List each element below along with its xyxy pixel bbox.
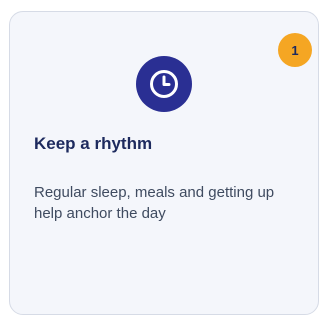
- card-title: Keep a rhythm: [34, 134, 153, 153]
- tip-card: 1 Keep a rhythm Regular sleep, meals and…: [9, 11, 319, 315]
- card-description: Regular sleep, meals and getting up help…: [34, 184, 275, 222]
- step-number-badge: 1: [278, 33, 312, 67]
- clock-icon: [136, 56, 192, 112]
